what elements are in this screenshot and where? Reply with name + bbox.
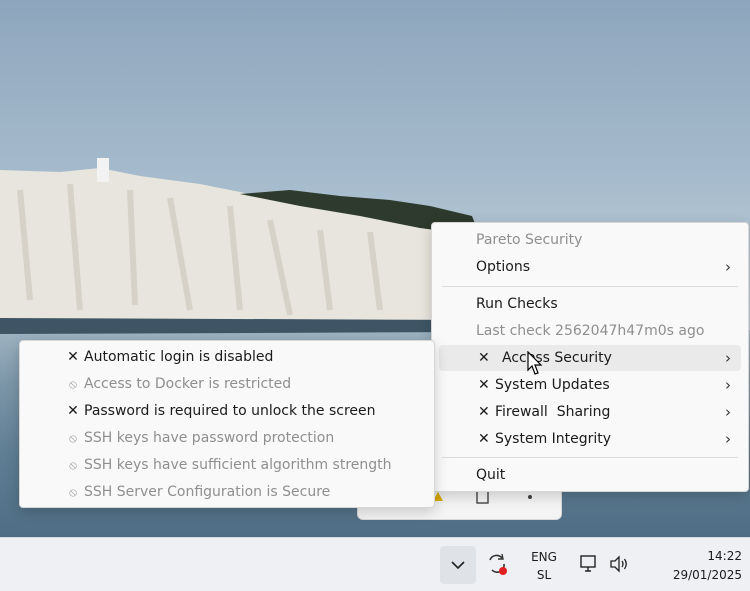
category-label: System Updates: [495, 377, 610, 393]
volume-icon[interactable]: [606, 552, 632, 576]
check-item[interactable]: ✕ Password is required to unlock the scr…: [20, 398, 434, 424]
pareto-tray-icon[interactable]: [484, 550, 510, 578]
check-item: ⦸ Access to Docker is restricted: [20, 371, 434, 397]
keyboard-layout: SL: [536, 568, 552, 582]
chevron-down-icon: [451, 561, 465, 570]
disabled-icon: ⦸: [69, 484, 77, 499]
disabled-icon: ⦸: [69, 430, 77, 445]
language-code: ENG: [531, 550, 557, 564]
check-item: ⦸ SSH keys have password protection: [20, 425, 434, 451]
check-item[interactable]: ✕ Automatic login is disabled: [20, 344, 434, 370]
clock-time: 14:22: [707, 549, 742, 563]
quit-menu-item[interactable]: Quit: [432, 462, 748, 488]
chevron-right-icon: ›: [725, 258, 731, 276]
divider: [442, 457, 738, 458]
show-hidden-icons-button[interactable]: [440, 546, 476, 584]
chevron-right-icon: ›: [725, 349, 731, 367]
language-indicator[interactable]: ENG SL: [522, 546, 566, 586]
run-checks-label: Run Checks: [476, 296, 558, 312]
check-label: Password is required to unlock the scree…: [84, 403, 376, 419]
category-access-security[interactable]: ✕ Access Security ›: [439, 345, 741, 371]
chevron-right-icon: ›: [725, 430, 731, 448]
chevron-right-icon: ›: [725, 376, 731, 394]
menu-title: Pareto Security: [432, 227, 748, 253]
category-label: Access Security: [502, 350, 612, 366]
x-icon: ✕: [478, 350, 490, 366]
divider: [442, 286, 738, 287]
disabled-icon: ⦸: [69, 376, 77, 391]
sync-icon: [489, 553, 507, 575]
app-title: Pareto Security: [476, 232, 583, 248]
options-label: Options: [476, 259, 531, 275]
check-label: Automatic login is disabled: [84, 349, 274, 365]
chevron-right-icon: ›: [725, 403, 731, 421]
clock[interactable]: 14:22 29/01/2025: [642, 546, 748, 586]
x-icon: ✕: [67, 349, 79, 365]
x-icon: ✕: [478, 404, 490, 420]
run-checks-menu-item[interactable]: Run Checks: [432, 291, 748, 317]
x-icon: ✕: [67, 403, 79, 419]
category-firewall-sharing[interactable]: ✕ Firewall Sharing ›: [432, 399, 748, 425]
category-system-integrity[interactable]: ✕ System Integrity ›: [432, 426, 748, 452]
check-label: SSH keys have sufficient algorithm stren…: [84, 457, 392, 473]
x-icon: ✕: [478, 377, 490, 393]
options-menu-item[interactable]: Options ›: [432, 254, 748, 280]
category-label: System Integrity: [495, 431, 612, 447]
network-icon[interactable]: [576, 552, 602, 576]
last-check-label: Last check 2562047h47m0s ago: [476, 323, 705, 339]
check-label: Access to Docker is restricted: [84, 376, 292, 392]
clock-date: 29/01/2025: [672, 568, 742, 582]
x-icon: ✕: [478, 431, 490, 447]
quit-label: Quit: [476, 467, 506, 483]
mouse-cursor-icon: [527, 351, 543, 375]
category-label: Firewall Sharing: [495, 404, 611, 420]
check-label: SSH Server Configuration is Secure: [84, 484, 331, 500]
taskbar: ENG SL 14:22 29/01/2025: [0, 537, 750, 591]
pareto-security-menu: Pareto Security Options › Run Checks Las…: [431, 222, 749, 492]
access-security-submenu: ✕ Automatic login is disabled ⦸ Access t…: [19, 340, 435, 508]
check-item: ⦸ SSH keys have sufficient algorithm str…: [20, 452, 434, 478]
last-check-status: Last check 2562047h47m0s ago: [432, 318, 748, 344]
check-label: SSH keys have password protection: [84, 430, 335, 446]
category-system-updates[interactable]: ✕ System Updates ›: [432, 372, 748, 398]
disabled-icon: ⦸: [69, 457, 77, 472]
check-item: ⦸ SSH Server Configuration is Secure: [20, 479, 434, 505]
